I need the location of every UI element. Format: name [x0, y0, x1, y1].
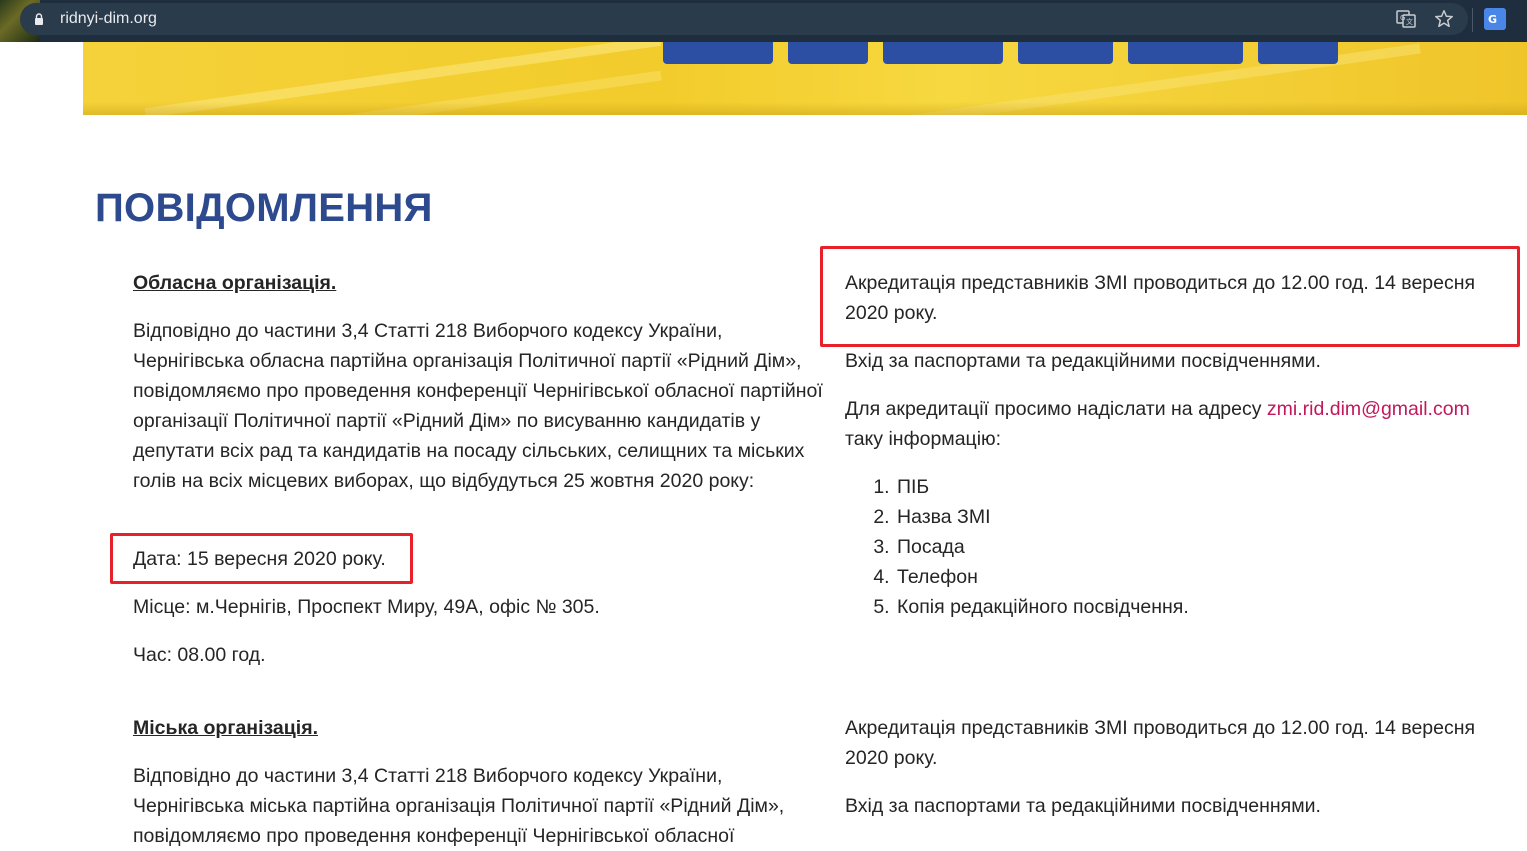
- regional-entry: Вхід за паспортами та редакційними посві…: [845, 350, 1321, 372]
- svg-text:G: G: [1400, 14, 1405, 22]
- regional-heading: Обласна організація.: [133, 272, 337, 294]
- city-intro-line-1: Відповідно до частини 3,4 Статті 218 Виб…: [133, 765, 723, 787]
- lock-icon[interactable]: [34, 13, 44, 25]
- regional-accreditation: Акредитація представників ЗМІ проводитьс…: [845, 272, 1476, 324]
- regional-place: Місце: м.Чернігів, Проспект Миру, 49А, о…: [133, 596, 600, 618]
- svg-text:G: G: [1488, 13, 1497, 26]
- header-banner: [83, 42, 1527, 115]
- list-item: Телефон: [895, 562, 1189, 592]
- regional-time: Час: 08.00 год.: [133, 644, 266, 666]
- toolbar-divider: [1472, 8, 1473, 32]
- svg-text:文: 文: [1406, 17, 1413, 26]
- url-text[interactable]: ridnyi-dim.org: [60, 10, 157, 28]
- page-title: ПОВІДОМЛЕННЯ: [95, 186, 433, 230]
- list-item: Посада: [895, 532, 1189, 562]
- list-item: Назва ЗМІ: [895, 502, 1189, 532]
- list-item: ПІБ: [895, 472, 1189, 502]
- city-heading: Міська організація.: [133, 717, 318, 739]
- regional-intro: Відповідно до частини 3,4 Статті 218 Виб…: [133, 320, 823, 492]
- city-intro-line-2: Чернігівська міська партійна організація…: [133, 795, 785, 817]
- city-entry: Вхід за паспортами та редакційними посві…: [845, 795, 1321, 817]
- email-link[interactable]: zmi.rid.dim@gmail.com: [1267, 398, 1470, 420]
- address-bar[interactable]: ridnyi-dim.org G 文: [20, 3, 1468, 35]
- list-item: Копія редакційного посвідчення.: [895, 592, 1189, 622]
- translate-icon[interactable]: G 文: [1396, 9, 1416, 29]
- browser-toolbar: ridnyi-dim.org G 文 G: [0, 0, 1527, 42]
- request-text-before: Для акредитації просимо надіслати на адр…: [845, 398, 1267, 420]
- regional-date: Дата: 15 вересня 2020 року.: [133, 548, 386, 570]
- regional-request: Для акредитації просимо надіслати на адр…: [845, 394, 1510, 454]
- info-list: ПІБ Назва ЗМІ Посада Телефон Копія редак…: [875, 472, 1189, 622]
- google-translate-extension-icon[interactable]: G: [1484, 8, 1506, 30]
- bookmark-star-icon[interactable]: [1433, 8, 1455, 30]
- request-text-after: таку інформацію:: [845, 428, 1002, 450]
- city-accreditation: Акредитація представників ЗМІ проводитьс…: [845, 717, 1476, 769]
